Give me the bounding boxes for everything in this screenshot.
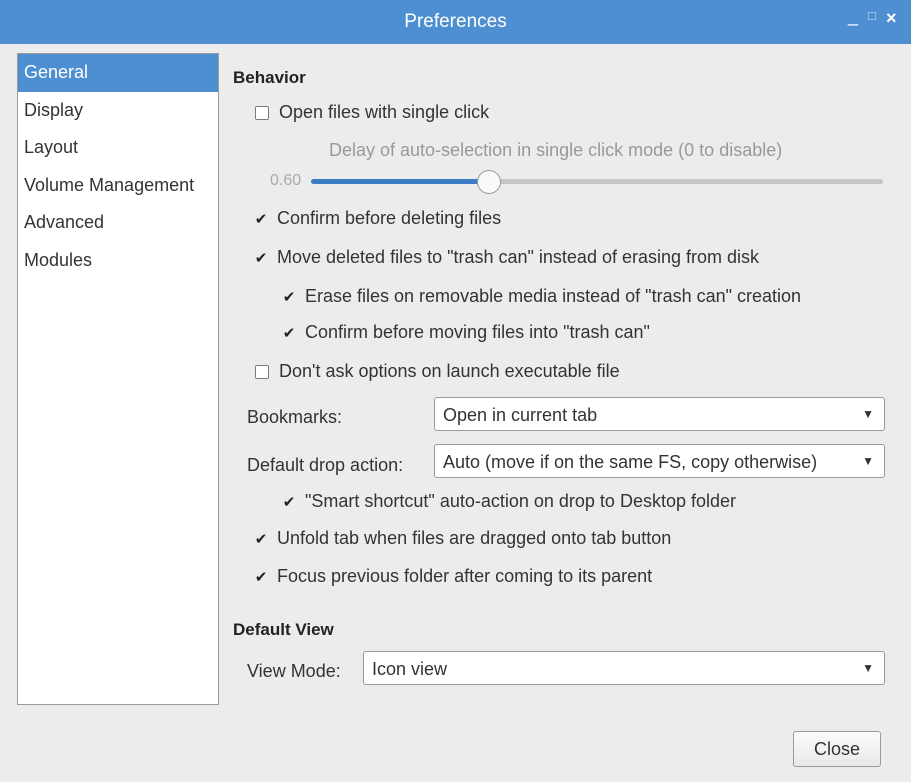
single-click-checkbox[interactable]	[255, 105, 269, 120]
chevron-down-icon: ▼	[862, 407, 874, 421]
sidebar-item-modules[interactable]: Modules	[18, 242, 218, 280]
move-to-trash-checkbox[interactable]: ✔	[253, 249, 269, 267]
focus-previous-label: Focus previous folder after coming to it…	[277, 566, 653, 586]
confirm-delete-option[interactable]: ✔ Confirm before deleting files	[253, 208, 501, 229]
unfold-tab-label: Unfold tab when files are dragged onto t…	[277, 528, 672, 548]
smart-shortcut-option[interactable]: ✔ "Smart shortcut" auto-action on drop t…	[281, 491, 736, 512]
move-to-trash-label: Move deleted files to "trash can" instea…	[277, 247, 760, 267]
focus-previous-checkbox[interactable]: ✔	[253, 568, 269, 586]
single-click-option[interactable]: Open files with single click	[253, 102, 489, 123]
sidebar-item-general[interactable]: General	[18, 54, 218, 92]
slider-fill	[311, 179, 489, 184]
bookmarks-select[interactable]: Open in current tab ▼	[434, 397, 885, 431]
general-settings-panel: Behavior Open files with single click De…	[233, 0, 903, 782]
smart-shortcut-checkbox[interactable]: ✔	[281, 493, 297, 511]
drop-action-select-value: Auto (move if on the same FS, copy other…	[443, 452, 818, 472]
dont-ask-exec-checkbox[interactable]	[255, 364, 269, 379]
confirm-trash-option[interactable]: ✔ Confirm before moving files into "tras…	[281, 322, 650, 343]
view-mode-select[interactable]: Icon view ▼	[363, 651, 885, 685]
bookmarks-select-value: Open in current tab	[443, 405, 598, 425]
view-mode-select-value: Icon view	[372, 659, 448, 679]
category-sidebar: General Display Layout Volume Management…	[17, 53, 219, 705]
dont-ask-exec-option[interactable]: Don't ask options on launch executable f…	[253, 361, 620, 382]
view-mode-label: View Mode:	[247, 661, 341, 681]
auto-selection-delay-slider[interactable]	[311, 170, 883, 194]
auto-selection-delay-value: 0.60	[270, 172, 302, 189]
behavior-section-title: Behavior	[233, 68, 306, 87]
dont-ask-exec-label: Don't ask options on launch executable f…	[279, 361, 620, 381]
confirm-delete-checkbox[interactable]: ✔	[253, 210, 269, 228]
confirm-delete-label: Confirm before deleting files	[277, 208, 502, 228]
erase-removable-label: Erase files on removable media instead o…	[305, 286, 802, 306]
bookmarks-label: Bookmarks:	[247, 407, 343, 427]
chevron-down-icon: ▼	[862, 661, 874, 675]
move-to-trash-option[interactable]: ✔ Move deleted files to "trash can" inst…	[253, 247, 759, 268]
sidebar-item-layout[interactable]: Layout	[18, 129, 218, 167]
sidebar-item-advanced[interactable]: Advanced	[18, 204, 218, 242]
sidebar-item-volume-management[interactable]: Volume Management	[18, 167, 218, 205]
preferences-window: Preferences _ □ × General Display Layout…	[0, 0, 911, 782]
slider-handle[interactable]	[477, 170, 502, 194]
confirm-trash-checkbox[interactable]: ✔	[281, 324, 297, 342]
drop-action-label: Default drop action:	[247, 455, 404, 475]
erase-removable-checkbox[interactable]: ✔	[281, 288, 297, 306]
default-view-section-title: Default View	[233, 620, 334, 639]
smart-shortcut-label: "Smart shortcut" auto-action on drop to …	[305, 491, 736, 511]
auto-selection-delay-caption: Delay of auto-selection in single click …	[329, 140, 783, 160]
drop-action-select[interactable]: Auto (move if on the same FS, copy other…	[434, 444, 885, 478]
close-button[interactable]: Close	[793, 731, 881, 767]
unfold-tab-checkbox[interactable]: ✔	[253, 530, 269, 548]
confirm-trash-label: Confirm before moving files into "trash …	[305, 322, 650, 342]
single-click-label: Open files with single click	[279, 102, 490, 122]
chevron-down-icon: ▼	[862, 454, 874, 468]
sidebar-item-display[interactable]: Display	[18, 92, 218, 130]
erase-removable-option[interactable]: ✔ Erase files on removable media instead…	[281, 286, 801, 307]
unfold-tab-option[interactable]: ✔ Unfold tab when files are dragged onto…	[253, 528, 672, 549]
focus-previous-option[interactable]: ✔ Focus previous folder after coming to …	[253, 566, 652, 587]
